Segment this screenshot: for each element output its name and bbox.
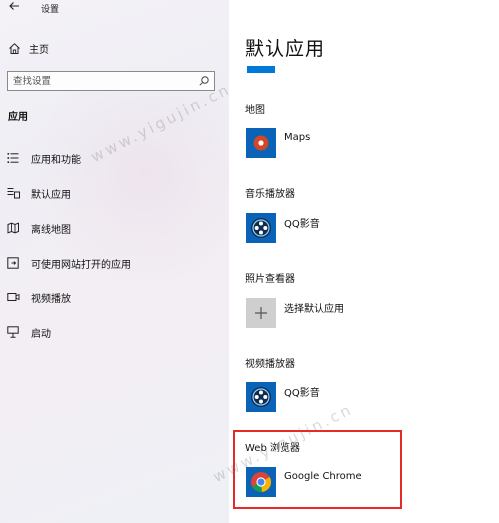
offline-map-icon (6, 221, 20, 235)
maps-icon (246, 128, 276, 158)
app-name: Google Chrome (284, 470, 362, 482)
sidebar-item-label: 应用和功能 (31, 154, 81, 166)
sidebar-item-web-open[interactable]: 可使用网站打开的应用 (6, 255, 131, 271)
title-bar: 设置 (0, 0, 229, 18)
sidebar-item-startup[interactable]: 启动 (6, 324, 51, 340)
category-label: Web 浏览器 (245, 443, 300, 454)
search-input[interactable] (13, 74, 193, 88)
home-icon (9, 42, 20, 54)
section-title: 应用 (8, 112, 28, 123)
app-name: QQ影音 (284, 387, 320, 399)
app-name: QQ影音 (284, 218, 320, 230)
startup-icon (6, 325, 20, 339)
sidebar: 设置 主页 应用 应用和功能 (0, 0, 229, 523)
chrome-icon (246, 467, 276, 497)
sidebar-item-label: 视频播放 (31, 293, 71, 305)
plus-icon (246, 298, 276, 328)
default-app-music[interactable]: QQ影音 (246, 212, 320, 244)
qq-player-icon (246, 213, 276, 243)
home-label: 主页 (29, 44, 49, 56)
sidebar-home[interactable]: 主页 (8, 40, 49, 56)
sidebar-item-offline-maps[interactable]: 离线地图 (6, 220, 71, 236)
search-box[interactable] (7, 71, 215, 91)
back-button[interactable] (8, 0, 22, 14)
sidebar-item-label: 默认应用 (31, 189, 71, 201)
main-content: 默认应用 地图 Maps 音乐播放器 QQ影音 照片查看器 选择默认应用 视频播… (229, 0, 499, 523)
page-title: 默认应用 (245, 38, 326, 60)
video-icon (6, 290, 20, 304)
qq-player-icon (246, 382, 276, 412)
arrow-left-icon (9, 2, 19, 10)
category-label: 照片查看器 (245, 274, 295, 285)
category-label: 音乐播放器 (245, 189, 295, 200)
sidebar-item-label: 可使用网站打开的应用 (31, 259, 131, 271)
window-title: 设置 (41, 5, 60, 15)
default-app-browser[interactable]: Google Chrome (246, 466, 362, 498)
category-label: 视频播放器 (245, 359, 295, 370)
web-open-icon (6, 256, 20, 270)
search-icon[interactable] (198, 75, 210, 87)
category-label: 地图 (245, 105, 265, 116)
list-icon (6, 151, 20, 165)
default-app-photos[interactable]: 选择默认应用 (246, 297, 344, 329)
default-apps-icon (6, 186, 20, 200)
scroll-accent-bar (247, 66, 275, 73)
sidebar-item-label: 离线地图 (31, 224, 71, 236)
app-name: 选择默认应用 (284, 303, 344, 315)
default-app-maps[interactable]: Maps (246, 127, 310, 159)
sidebar-item-apps-features[interactable]: 应用和功能 (6, 150, 81, 166)
sidebar-item-label: 启动 (31, 328, 51, 340)
app-name: Maps (284, 131, 311, 143)
default-app-video[interactable]: QQ影音 (246, 381, 320, 413)
sidebar-item-video[interactable]: 视频播放 (6, 289, 71, 305)
sidebar-item-default-apps[interactable]: 默认应用 (6, 185, 71, 201)
